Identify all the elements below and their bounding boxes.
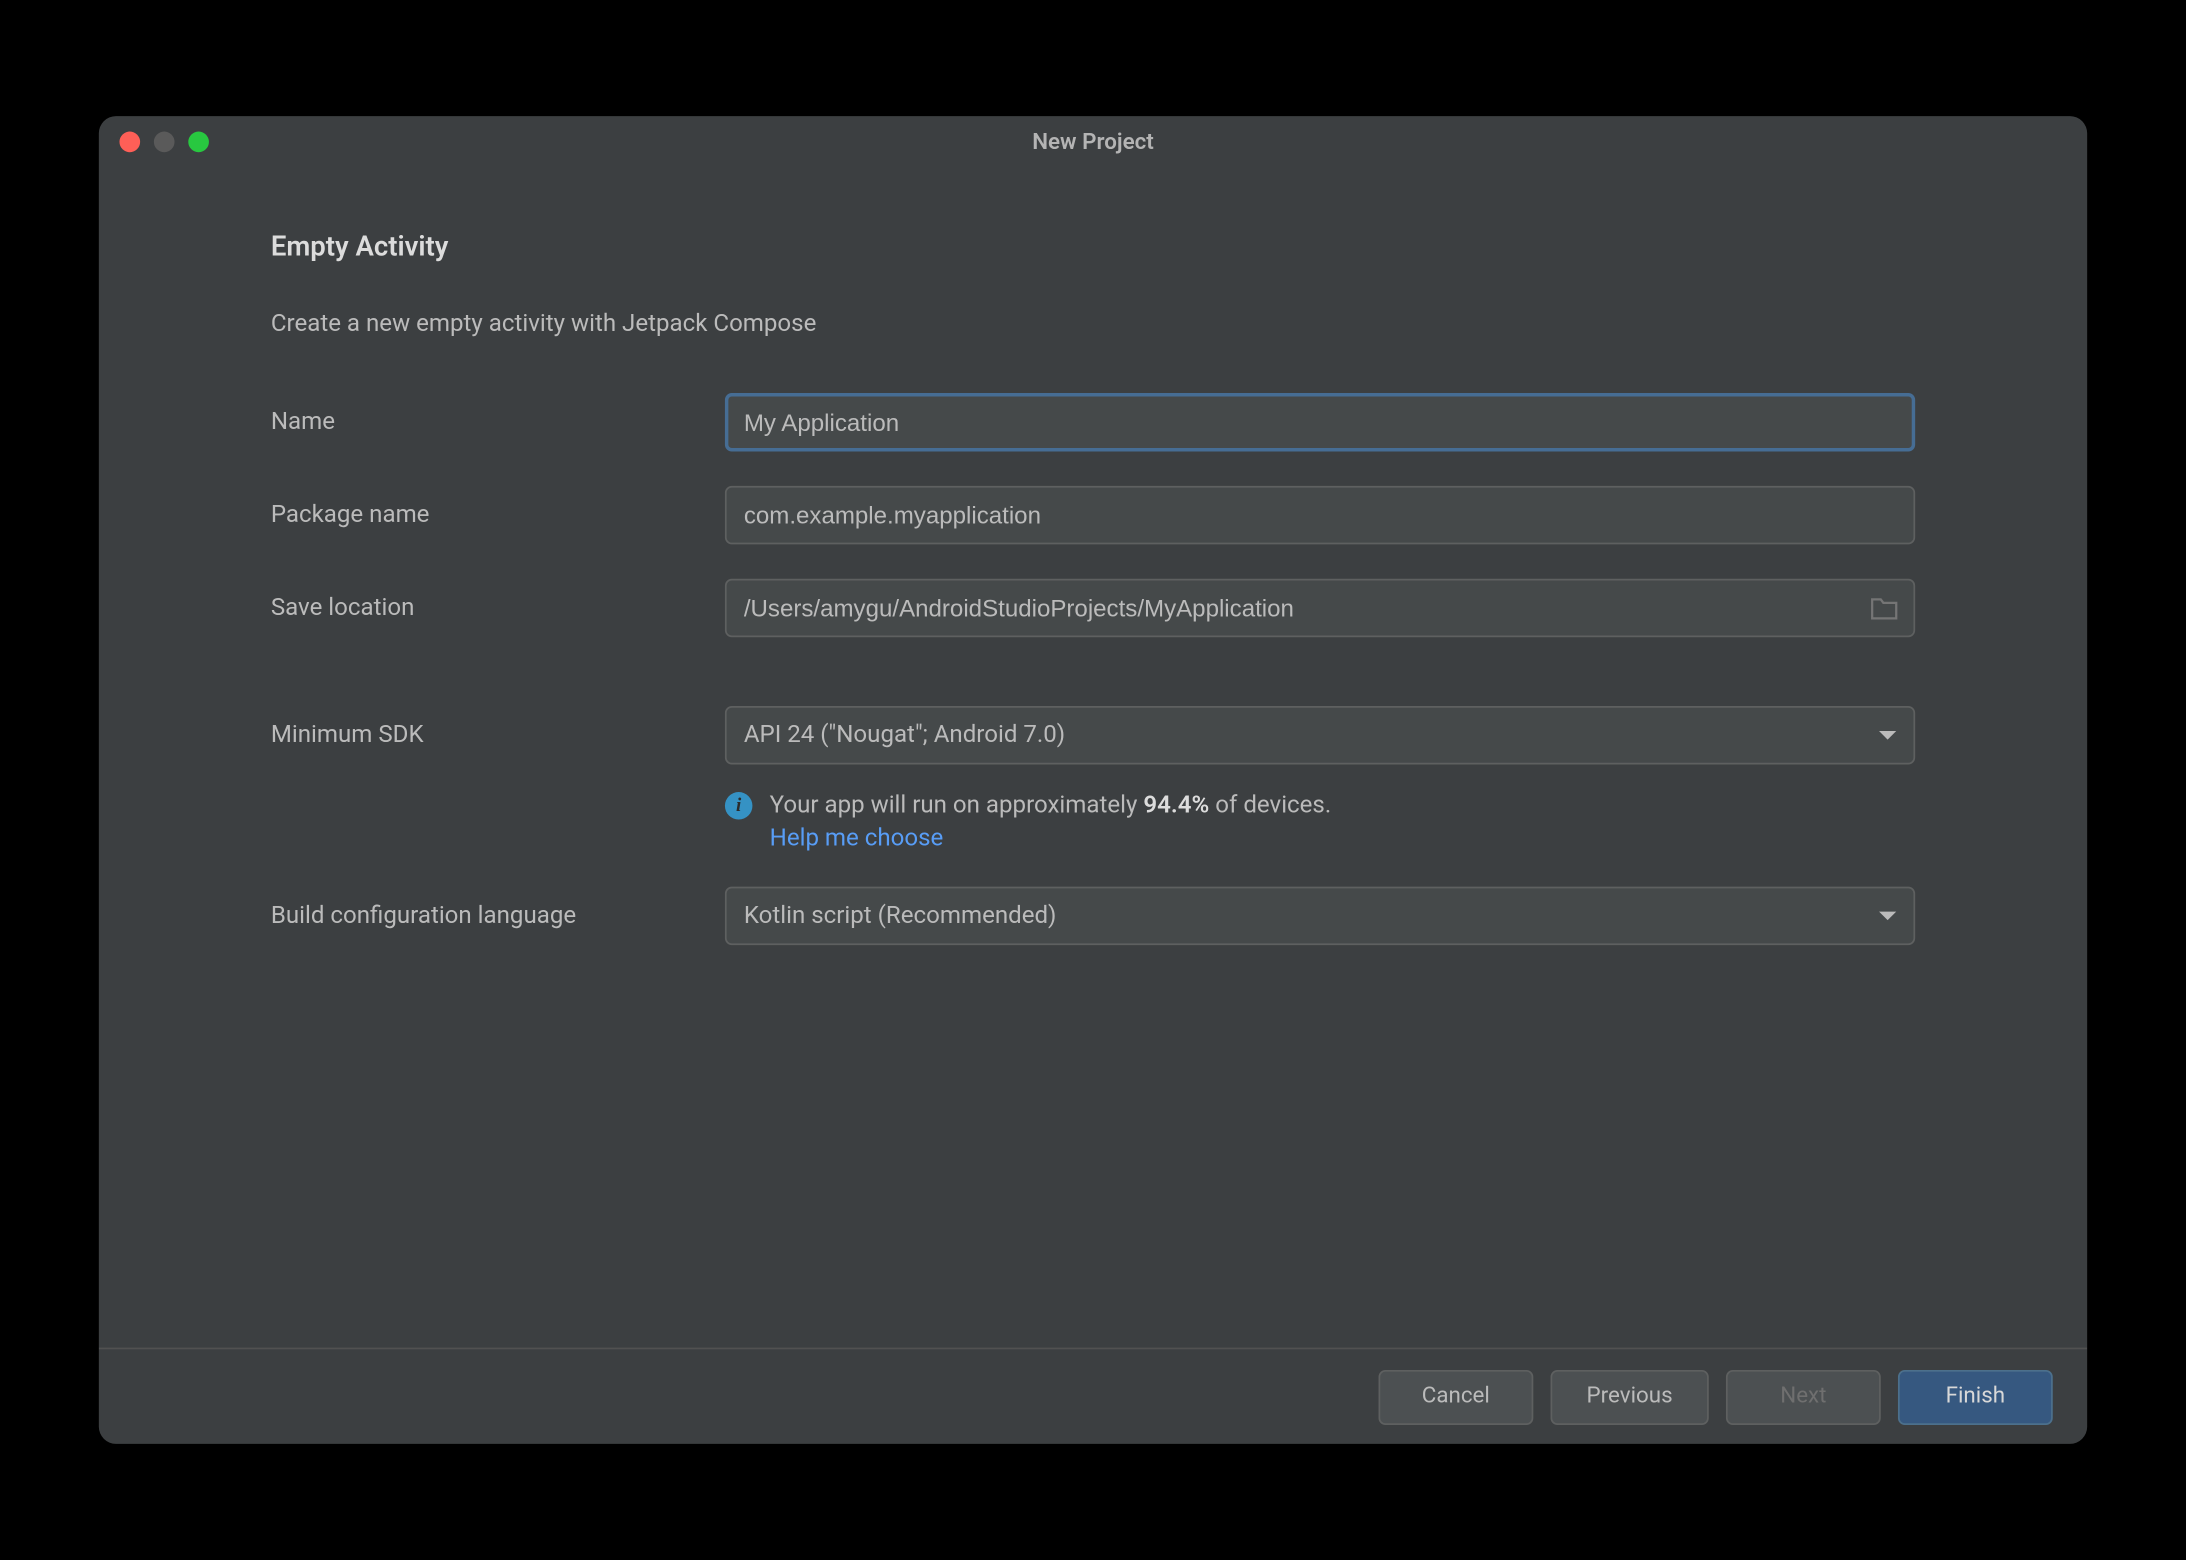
sdk-info-text-container: Your app will run on approximately 94.4%… [770, 789, 1332, 853]
help-me-choose-link[interactable]: Help me choose [770, 825, 1332, 853]
window-title: New Project [1032, 129, 1154, 155]
dialog-content: Empty Activity Create a new empty activi… [99, 168, 2087, 1348]
build-lang-select[interactable]: Kotlin script (Recommended) [725, 887, 1915, 945]
close-window-button[interactable] [119, 132, 140, 153]
build-lang-selected-value: Kotlin script (Recommended) [744, 902, 1057, 930]
sdk-label: Minimum SDK [271, 722, 704, 750]
cancel-button[interactable]: Cancel [1378, 1369, 1533, 1424]
traffic-lights [119, 132, 208, 153]
build-lang-label: Build configuration language [271, 902, 704, 930]
chevron-down-icon [1879, 731, 1896, 740]
build-lang-row: Build configuration language Kotlin scri… [271, 887, 1915, 945]
titlebar: New Project [99, 116, 2087, 168]
name-input[interactable] [725, 393, 1915, 451]
previous-button[interactable]: Previous [1550, 1369, 1708, 1424]
sdk-coverage-text: Your app will run on approximately 94.4%… [770, 789, 1332, 825]
browse-folder-icon[interactable] [1870, 596, 1898, 620]
location-input-container [725, 579, 1915, 637]
location-label: Save location [271, 594, 704, 622]
next-button: Next [1726, 1369, 1881, 1424]
sdk-selected-value: API 24 ("Nougat"; Android 7.0) [744, 722, 1065, 750]
package-row: Package name [271, 486, 1915, 544]
sdk-info-area: i Your app will run on approximately 94.… [725, 789, 1915, 853]
sdk-coverage-prefix: Your app will run on approximately [770, 792, 1144, 820]
chevron-down-icon [1879, 912, 1896, 921]
page-title: Empty Activity [271, 230, 1915, 263]
dialog-footer: Cancel Previous Next Finish [99, 1348, 2087, 1444]
sdk-select[interactable]: API 24 ("Nougat"; Android 7.0) [725, 706, 1915, 764]
sdk-coverage-percent: 94.4% [1143, 792, 1209, 820]
maximize-window-button[interactable] [188, 132, 209, 153]
location-input[interactable] [725, 579, 1915, 637]
sdk-coverage-suffix: of devices. [1209, 792, 1331, 820]
name-label: Name [271, 408, 704, 436]
package-input[interactable] [725, 486, 1915, 544]
minimize-window-button [154, 132, 175, 153]
info-icon: i [725, 792, 753, 820]
page-description: Create a new empty activity with Jetpack… [271, 310, 1915, 338]
sdk-row: Minimum SDK API 24 ("Nougat"; Android 7.… [271, 706, 1915, 764]
package-label: Package name [271, 501, 704, 529]
name-row: Name [271, 393, 1915, 451]
new-project-dialog: New Project Empty Activity Create a new … [99, 116, 2087, 1444]
finish-button[interactable]: Finish [1898, 1369, 2053, 1424]
location-row: Save location [271, 579, 1915, 637]
